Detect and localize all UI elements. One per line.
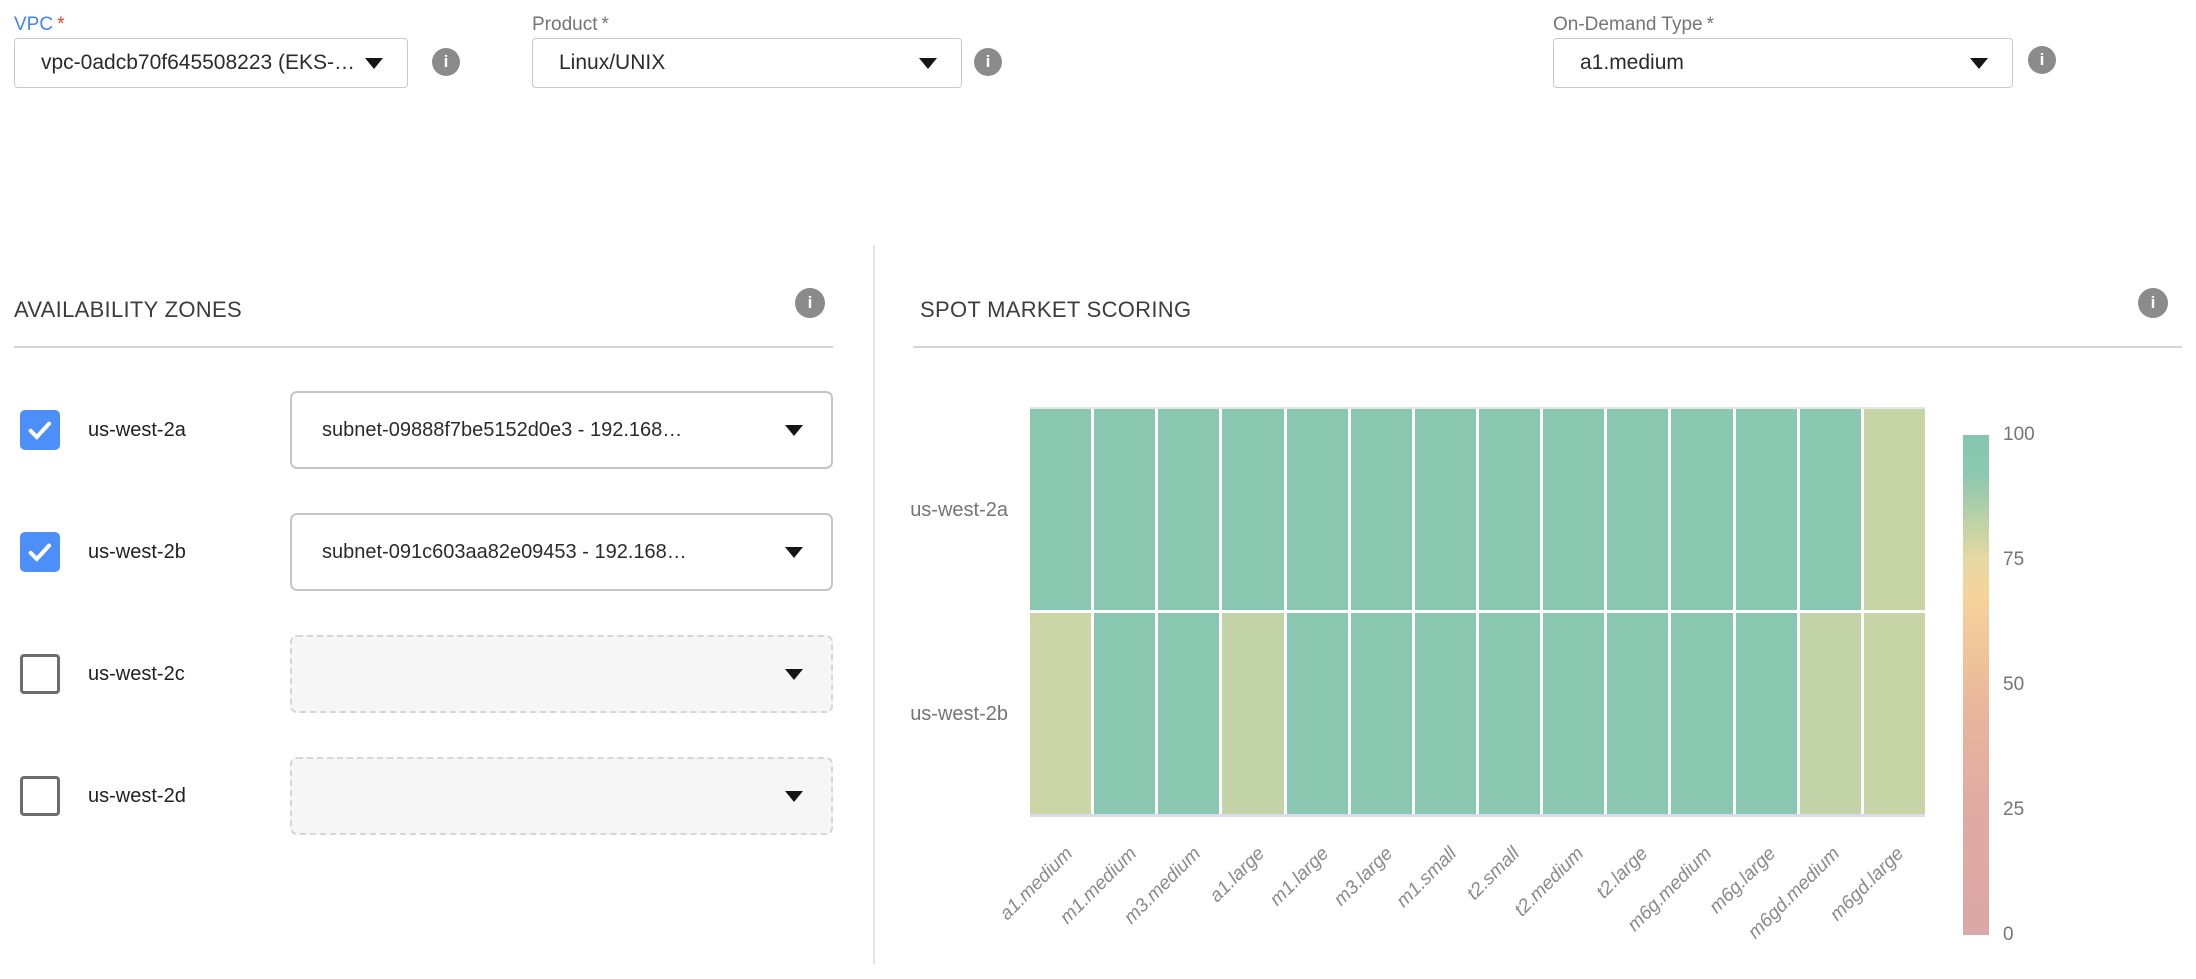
heatmap-cell-us-west-2b-t2.small: [1479, 613, 1540, 814]
spot-market-divider: [913, 346, 2182, 348]
heatmap-cell-us-west-2b-a1.large: [1222, 613, 1283, 814]
on-demand-type-select[interactable]: a1.medium: [1553, 38, 2013, 88]
chevron-down-icon: [365, 58, 383, 69]
heatmap-cell-us-west-2b-t2.medium: [1543, 613, 1604, 814]
chevron-down-icon: [785, 547, 803, 558]
az-checkbox-us-west-2b[interactable]: [20, 532, 60, 572]
az-zone-label: us-west-2d: [88, 776, 186, 816]
vpc-info-icon[interactable]: i: [432, 48, 460, 76]
availability-zones-title: AVAILABILITY ZONES: [14, 297, 242, 323]
subnet-select-value: subnet-091c603aa82e09453 - 192.168…: [292, 541, 785, 564]
chevron-down-icon: [785, 669, 803, 680]
heatmap-cell-us-west-2a-a1.large: [1222, 409, 1283, 610]
required-asterisk: *: [1707, 14, 1714, 35]
heatmap-cell-us-west-2b-m3.medium: [1158, 613, 1219, 814]
heatmap-cell-us-west-2a-t2.small: [1479, 409, 1540, 610]
heatmap-cell-us-west-2b-m1.small: [1415, 613, 1476, 814]
heatmap-cell-us-west-2b-m3.large: [1351, 613, 1412, 814]
product-select[interactable]: Linux/UNIX: [532, 38, 962, 88]
on-demand-type-info-icon[interactable]: i: [2028, 46, 2056, 74]
heatmap-cell-us-west-2b-m1.large: [1287, 613, 1348, 814]
heatmap-cell-us-west-2b-m6gd.medium: [1800, 613, 1861, 814]
heatmap-cell-us-west-2b-m6g.large: [1736, 613, 1797, 814]
colorbar: [1963, 435, 1989, 935]
subnet-select-us-west-2b[interactable]: subnet-091c603aa82e09453 - 192.168…: [290, 513, 833, 591]
colorbar-tick-label: 100: [2003, 423, 2073, 447]
vpc-select-value: vpc-0adcb70f645508223 (EKS-VPC): [15, 51, 365, 75]
chevron-down-icon: [919, 58, 937, 69]
subnet-select-us-west-2c: [290, 635, 833, 713]
subnet-select-value: subnet-09888f7be5152d0e3 - 192.168…: [292, 419, 785, 442]
heatmap-cell-us-west-2a-m3.medium: [1158, 409, 1219, 610]
heatmap-cell-us-west-2b-m6gd.large: [1864, 613, 1925, 814]
heatmap-cell-us-west-2a-m6g.large: [1736, 409, 1797, 610]
az-checkbox-us-west-2a[interactable]: [20, 410, 60, 450]
colorbar-tick-label: 0: [2003, 923, 2073, 947]
heatmap-x-label: m6gd.large: [1773, 843, 1909, 979]
on-demand-type-label: On-Demand Type*: [1553, 14, 1714, 36]
heatmap-cell-us-west-2a-m1.medium: [1094, 409, 1155, 610]
heatmap-cell-us-west-2a-a1.medium: [1030, 409, 1091, 610]
availability-zones-divider: [14, 346, 833, 348]
chevron-down-icon: [785, 425, 803, 436]
heatmap-row-label: us-west-2b: [880, 702, 1008, 726]
chevron-down-icon: [1970, 58, 1988, 69]
colorbar-tick-label: 50: [2003, 673, 2073, 697]
checkmark-icon: [24, 536, 56, 568]
subnet-select-us-west-2a[interactable]: subnet-09888f7be5152d0e3 - 192.168…: [290, 391, 833, 469]
heatmap-cell-us-west-2a-m6gd.large: [1864, 409, 1925, 610]
colorbar-tick-label: 75: [2003, 548, 2073, 572]
subnet-select-us-west-2d: [290, 757, 833, 835]
az-zone-label: us-west-2a: [88, 410, 186, 450]
vpc-select[interactable]: vpc-0adcb70f645508223 (EKS-VPC): [14, 38, 408, 88]
heatmap-cell-us-west-2b-t2.large: [1607, 613, 1668, 814]
panel-divider: [873, 245, 875, 964]
az-zone-label: us-west-2b: [88, 532, 186, 572]
product-info-icon[interactable]: i: [974, 48, 1002, 76]
az-checkbox-us-west-2c[interactable]: [20, 654, 60, 694]
chevron-down-icon: [785, 791, 803, 802]
colorbar-tick-label: 25: [2003, 798, 2073, 822]
heatmap-cell-us-west-2a-m3.large: [1351, 409, 1412, 610]
spot-market-info-icon[interactable]: i: [2138, 288, 2168, 318]
heatmap-cell-us-west-2a-t2.medium: [1543, 409, 1604, 610]
required-asterisk: *: [601, 14, 608, 35]
availability-zones-info-icon[interactable]: i: [795, 288, 825, 318]
heatmap-row-label: us-west-2a: [880, 498, 1008, 522]
az-zone-label: us-west-2c: [88, 654, 185, 694]
heatmap-cell-us-west-2a-m6g.medium: [1671, 409, 1732, 610]
spot-market-title: SPOT MARKET SCORING: [920, 297, 1191, 323]
checkmark-icon: [24, 414, 56, 446]
on-demand-type-select-value: a1.medium: [1554, 51, 1970, 75]
heatmap: [1030, 407, 1925, 817]
product-label: Product*: [532, 14, 609, 36]
required-asterisk: *: [57, 14, 64, 35]
heatmap-cell-us-west-2b-m6g.medium: [1671, 613, 1732, 814]
heatmap-cell-us-west-2b-m1.medium: [1094, 613, 1155, 814]
heatmap-cell-us-west-2a-m1.small: [1415, 409, 1476, 610]
heatmap-cell-us-west-2a-t2.large: [1607, 409, 1668, 610]
az-checkbox-us-west-2d[interactable]: [20, 776, 60, 816]
heatmap-cell-us-west-2a-m1.large: [1287, 409, 1348, 610]
vpc-label: VPC*: [14, 14, 64, 36]
product-select-value: Linux/UNIX: [533, 51, 919, 75]
heatmap-cell-us-west-2a-m6gd.medium: [1800, 409, 1861, 610]
heatmap-cell-us-west-2b-a1.medium: [1030, 613, 1091, 814]
